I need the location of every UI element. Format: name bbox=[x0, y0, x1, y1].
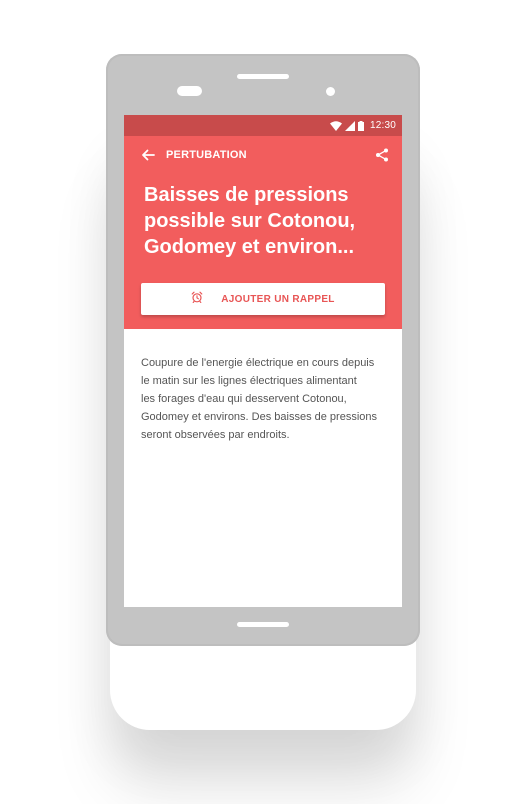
share-icon[interactable] bbox=[374, 147, 390, 163]
category-title: PERTUBATION bbox=[166, 149, 247, 161]
add-reminder-button[interactable]: AJOUTER UN RAPPEL bbox=[141, 283, 385, 315]
speaker-grille bbox=[237, 74, 289, 79]
proximity-sensor bbox=[177, 86, 202, 96]
home-indicator bbox=[237, 622, 289, 627]
status-time: 12:30 bbox=[369, 120, 396, 131]
arrow-back-icon[interactable] bbox=[140, 147, 156, 163]
add-reminder-label: AJOUTER UN RAPPEL bbox=[221, 293, 335, 305]
article-headline: Baisses de pressions possible sur Cotono… bbox=[144, 184, 356, 258]
screen: 12:30 PERTUBATION Baisses de pressions p… bbox=[124, 115, 402, 607]
front-camera bbox=[326, 87, 335, 96]
battery-icon bbox=[357, 120, 364, 131]
device-frame: 12:30 PERTUBATION Baisses de pressions p… bbox=[106, 54, 420, 646]
article-body: Coupure de l'energie électrique en cours… bbox=[141, 357, 378, 441]
signal-icon bbox=[344, 120, 355, 131]
wifi-icon bbox=[329, 120, 342, 131]
alarm-clock-icon bbox=[191, 290, 203, 308]
article-header: PERTUBATION Baisses de pressions possibl… bbox=[124, 136, 402, 329]
status-bar: 12:30 bbox=[124, 115, 402, 136]
stage: 12:30 PERTUBATION Baisses de pressions p… bbox=[0, 0, 526, 804]
app-bar: PERTUBATION bbox=[124, 136, 402, 174]
